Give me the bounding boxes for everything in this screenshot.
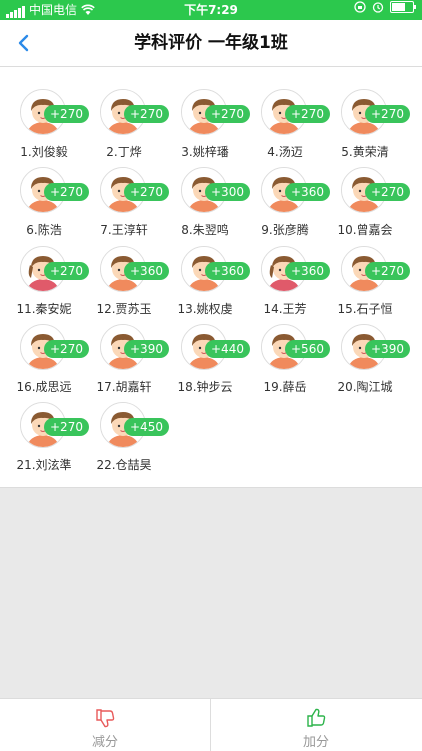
minus-score-label: 减分 [91, 735, 118, 750]
student-card[interactable]: +270 15.石子恒 [321, 242, 410, 320]
student-card[interactable]: +440 18.钟步云 [161, 320, 250, 398]
student-card[interactable]: +270 21.刘泫準 [0, 398, 89, 476]
score-badge: +390 [365, 340, 410, 358]
student-card[interactable]: +360 13.姚权虔 [161, 242, 250, 320]
student-name: 8.朱翌鸣 [181, 223, 229, 237]
student-name: 5.黄荣清 [341, 145, 389, 159]
student-name: 22.仓喆昊 [96, 458, 152, 472]
student-name: 18.钟步云 [177, 380, 233, 394]
student-name: 21.刘泫準 [16, 458, 72, 472]
student-name: 19.薛岳 [263, 380, 307, 394]
student-name: 12.贾苏玉 [96, 302, 152, 316]
student-name: 17.胡嘉轩 [96, 380, 152, 394]
alarm-icon [372, 1, 384, 13]
student-card[interactable]: +270 7.王淳轩 [80, 163, 169, 241]
student-card[interactable]: +270 11.秦安妮 [0, 242, 89, 320]
status-right [354, 0, 416, 13]
battery-icon [390, 1, 416, 13]
student-card[interactable]: +390 17.胡嘉轩 [80, 320, 169, 398]
student-name: 20.陶江城 [337, 380, 393, 394]
score-badge: +270 [365, 105, 410, 123]
student-name: 13.姚权虔 [177, 302, 233, 316]
bottom-action-bar: 减分 加分 [0, 698, 422, 751]
nav-bar: 学科评价 一年级1班 [0, 20, 422, 67]
student-card[interactable]: +300 8.朱翌鸣 [161, 163, 250, 241]
student-name: 6.陈浩 [26, 223, 62, 237]
orientation-lock-icon [354, 0, 366, 13]
student-card[interactable]: +270 5.黄荣清 [321, 85, 410, 163]
student-name: 10.曾嘉会 [337, 223, 393, 237]
student-grid: +270 1.刘俊毅 +270 2.丁烨 +270 3.姚梓璠 +270 4.汤迈 +270 5.… [0, 67, 422, 488]
student-name: 2.丁烨 [106, 145, 142, 159]
student-card[interactable]: +270 4.汤迈 [241, 85, 330, 163]
student-card[interactable]: +390 20.陶江城 [321, 320, 410, 398]
student-card[interactable]: +270 16.成思远 [0, 320, 89, 398]
thumbs-down-icon [96, 709, 115, 728]
student-name: 1.刘俊毅 [20, 145, 68, 159]
student-card[interactable]: +270 2.丁烨 [80, 85, 169, 163]
student-card[interactable]: +360 9.张彦腾 [241, 163, 330, 241]
student-card[interactable]: +450 22.仓喆昊 [80, 398, 169, 476]
student-card[interactable]: +270 3.姚梓璠 [161, 85, 250, 163]
student-name: 14.王芳 [263, 302, 307, 316]
student-card[interactable]: +360 12.贾苏玉 [80, 242, 169, 320]
student-card[interactable]: +560 19.薛岳 [241, 320, 330, 398]
student-card[interactable]: +270 1.刘俊毅 [0, 85, 89, 163]
status-bar: 中国电信 下午7:29 [0, 0, 422, 20]
score-badge: +270 [365, 262, 410, 280]
score-badge: +450 [124, 418, 169, 436]
page-title: 学科评价 一年级1班 [134, 33, 288, 53]
student-card[interactable]: +270 6.陈浩 [0, 163, 89, 241]
student-card[interactable]: +360 14.王芳 [241, 242, 330, 320]
student-name: 9.张彦腾 [261, 223, 309, 237]
thumbs-up-icon [307, 708, 326, 727]
minus-score-button[interactable]: 减分 [0, 699, 210, 751]
student-name: 4.汤迈 [267, 145, 303, 159]
student-name: 16.成思远 [16, 380, 72, 394]
plus-score-label: 加分 [302, 735, 329, 750]
score-badge: +270 [365, 183, 410, 201]
plus-score-button[interactable]: 加分 [211, 699, 421, 751]
student-name: 3.姚梓璠 [181, 145, 229, 159]
student-name: 11.秦安妮 [16, 302, 72, 316]
student-card[interactable]: +270 10.曾嘉会 [321, 163, 410, 241]
student-name: 7.王淳轩 [100, 223, 148, 237]
student-name: 15.石子恒 [337, 302, 393, 316]
